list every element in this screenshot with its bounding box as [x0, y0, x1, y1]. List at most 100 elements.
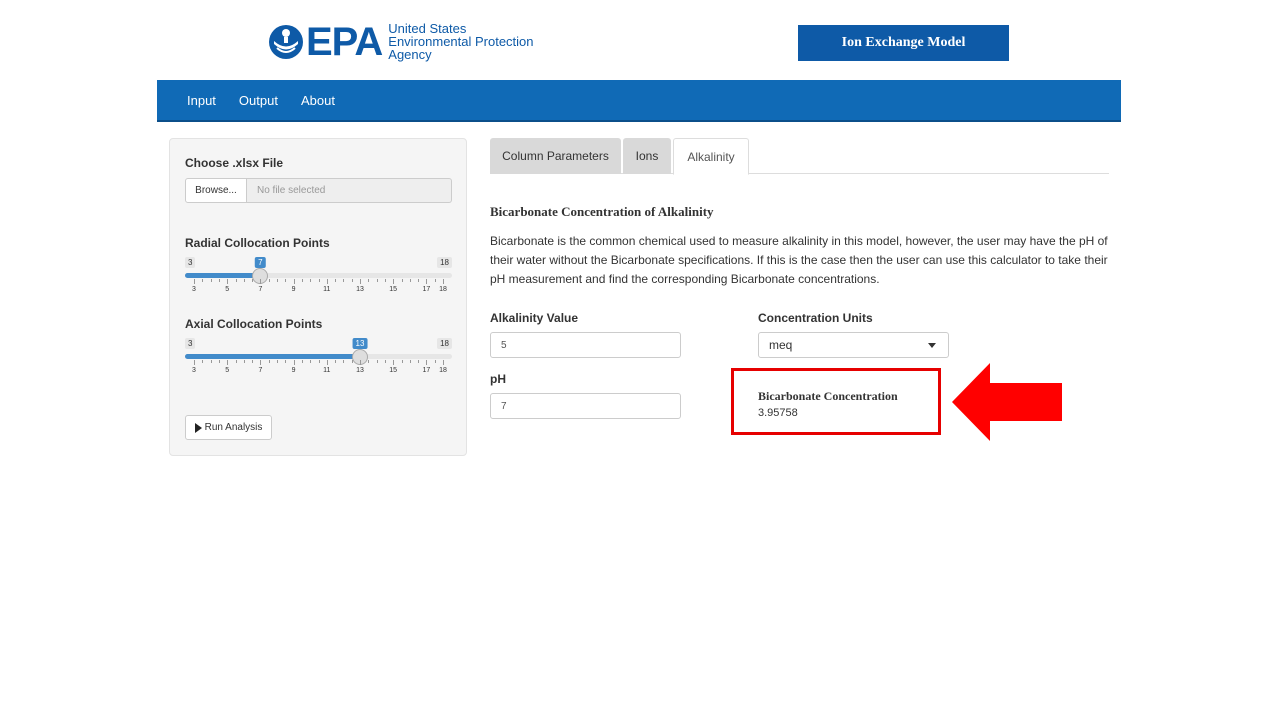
epa-wordmark: EPA [306, 19, 383, 64]
epa-logo[interactable]: EPA United States Environmental Protecti… [268, 19, 534, 64]
slider-minor-tick [252, 279, 254, 282]
slider-minor-tick [210, 279, 212, 282]
slider-minor-tick [285, 279, 287, 282]
concentration-units-select[interactable]: meq [758, 332, 949, 358]
slider-min-label: 3 [185, 338, 196, 349]
file-input: Browse... No file selected [185, 178, 452, 203]
slider-tick-label: 3 [192, 367, 196, 374]
ph-input[interactable]: 7 [490, 393, 681, 419]
slider-tick-label: 13 [356, 286, 364, 293]
slider-tick-label: 11 [323, 286, 331, 293]
slider-minor-tick [351, 360, 353, 363]
concentration-units-label: Concentration Units [758, 311, 873, 325]
slider-major-tick [293, 360, 295, 365]
slider-minor-tick [285, 360, 287, 363]
slider-minor-tick [418, 360, 420, 363]
radial-collocation-slider[interactable]: 3 18 7 3 5 7 9 11 13 15 17 18 [185, 257, 452, 301]
file-name-field[interactable]: No file selected [247, 178, 452, 203]
slider-minor-tick [218, 360, 220, 363]
slider-major-tick [393, 279, 395, 284]
caret-down-icon [928, 343, 936, 348]
slider-major-tick [426, 360, 428, 365]
slider-tick-label: 18 [439, 367, 447, 374]
run-analysis-label: Run Analysis [204, 422, 263, 433]
alkalinity-value-input[interactable]: 5 [490, 332, 681, 358]
slider-fill [185, 354, 360, 359]
slider-minor-tick [368, 279, 370, 282]
radial-slider-label: Radial Collocation Points [185, 236, 330, 250]
slider-tick-label: 5 [225, 367, 230, 374]
slider-tick-label: 7 [258, 286, 263, 293]
slider-minor-tick [310, 360, 312, 363]
slider-minor-tick [434, 279, 436, 282]
slider-value-label: 7 [255, 257, 266, 268]
slider-minor-tick [343, 279, 345, 282]
slider-major-tick [326, 279, 328, 284]
tab-column-parameters[interactable]: Column Parameters [490, 138, 621, 174]
slider-minor-tick [384, 360, 386, 363]
slider-major-tick [360, 279, 361, 284]
slider-tick-label: 9 [291, 286, 296, 293]
slider-tick-label: 18 [439, 286, 447, 293]
slider-value-label: 13 [352, 338, 368, 349]
tab-alkalinity[interactable]: Alkalinity [673, 138, 749, 175]
slider-max-label: 18 [437, 338, 452, 349]
slider-major-tick [227, 279, 229, 284]
axial-collocation-slider[interactable]: 3 18 13 3 5 7 9 11 13 15 17 18 [185, 338, 452, 382]
nav-input[interactable]: Input [181, 93, 222, 108]
slider-minor-tick [252, 360, 254, 363]
slider-minor-tick [268, 360, 270, 363]
slider-minor-tick [409, 279, 411, 282]
slider-tick-label: 17 [422, 286, 431, 293]
tab-ions[interactable]: Ions [623, 138, 671, 174]
slider-minor-tick [268, 279, 270, 282]
slider-minor-tick [376, 360, 378, 363]
nav-about[interactable]: About [295, 93, 341, 108]
ph-label: pH [490, 372, 506, 386]
slider-minor-tick [277, 279, 278, 282]
slider-major-tick [393, 360, 395, 365]
slider-max-label: 18 [437, 257, 452, 268]
slider-minor-tick [434, 360, 436, 363]
slider-min-label: 3 [185, 257, 196, 268]
slider-major-tick [260, 360, 262, 365]
slider-minor-tick [301, 279, 303, 282]
agency-name: United States Environmental Protection A… [388, 22, 533, 61]
tab-bar: Column Parameters Ions Alkalinity [490, 138, 1109, 175]
slider-minor-tick [343, 360, 345, 363]
header: EPA United States Environmental Protecti… [0, 0, 1280, 80]
play-icon [194, 422, 202, 433]
slider-minor-tick [301, 360, 303, 363]
slider-tick-label: 17 [422, 367, 431, 374]
slider-minor-tick [318, 360, 320, 363]
browse-button[interactable]: Browse... [185, 178, 247, 203]
navbar: Input Output About [157, 80, 1121, 122]
slider-major-tick [194, 360, 195, 365]
concentration-units-value: meq [769, 338, 793, 352]
slider-fill [185, 273, 261, 278]
slider-tick-label: 3 [192, 286, 196, 293]
slider-minor-tick [235, 279, 237, 282]
slider-minor-tick [335, 279, 337, 282]
run-analysis-button[interactable]: Run Analysis [185, 415, 272, 440]
slider-tick-label: 11 [323, 367, 331, 374]
slider-major-tick [227, 360, 229, 365]
sidebar-panel: Choose .xlsx File Browse... No file sele… [169, 138, 467, 456]
slider-major-tick [194, 279, 195, 284]
slider-minor-tick [351, 279, 353, 282]
slider-minor-tick [277, 360, 278, 363]
slider-minor-tick [243, 279, 245, 282]
slider-minor-tick [335, 360, 337, 363]
slider-major-tick [443, 360, 444, 365]
agency-name-line3: Agency [388, 47, 432, 62]
bicarbonate-concentration-value: 3.95758 [758, 407, 798, 419]
slider-tick-label: 13 [356, 367, 364, 374]
slider-major-tick [260, 279, 262, 284]
slider-minor-tick [235, 360, 237, 363]
nav-output[interactable]: Output [233, 93, 284, 108]
slider-major-tick [443, 279, 444, 284]
axial-slider-label: Axial Collocation Points [185, 317, 323, 331]
slider-minor-tick [384, 279, 386, 282]
slider-tick-label: 9 [291, 367, 296, 374]
slider-major-tick [360, 360, 361, 365]
